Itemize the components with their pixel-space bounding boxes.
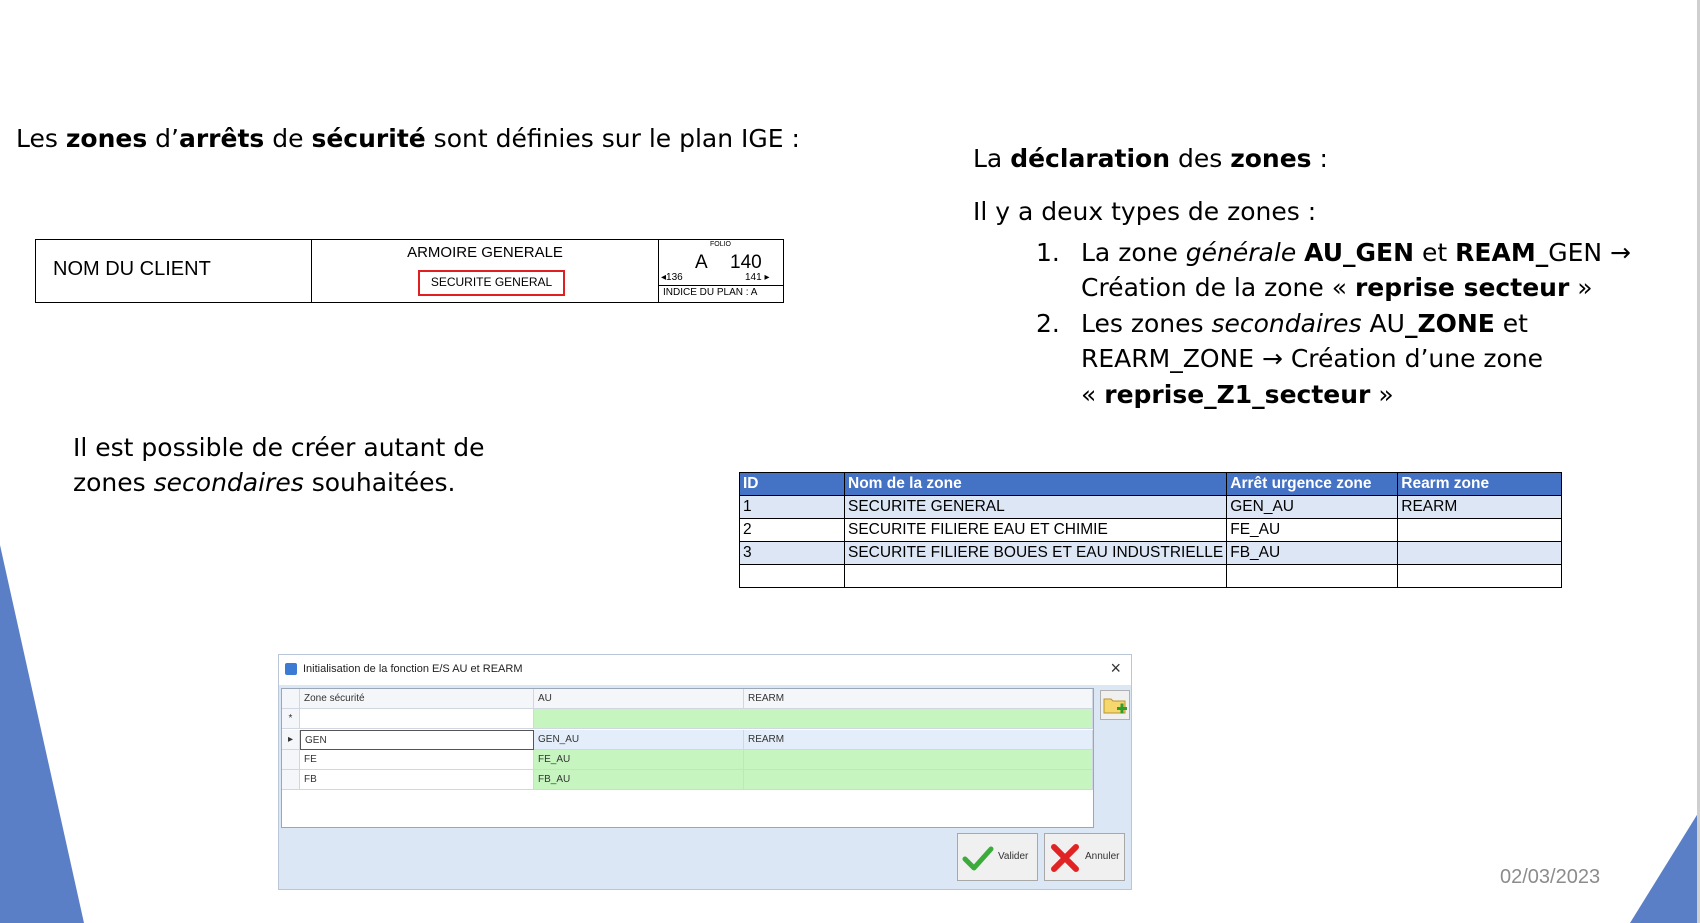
grid-row[interactable]: FB FB_AU <box>282 770 1093 790</box>
app-icon <box>285 663 297 675</box>
right-heading: La déclaration des zones : <box>973 144 1328 173</box>
table-cell <box>1397 564 1562 588</box>
row-au-cell[interactable]: GEN_AU <box>534 730 744 750</box>
row-au-cell[interactable]: FB_AU <box>534 770 744 790</box>
table-cell <box>1397 541 1562 565</box>
table-cell <box>1397 518 1562 542</box>
checkmark-icon <box>962 846 994 871</box>
folio-letter: A <box>695 252 708 273</box>
list-item-2-line-1: Les zones secondaires AU_ZONE et <box>1081 309 1528 338</box>
new-row-au-cell[interactable] <box>534 709 1093 729</box>
table-cell <box>843 564 1228 588</box>
slide-date: 02/03/2023 <box>1500 866 1601 888</box>
row-rearm-cell[interactable] <box>744 770 1093 790</box>
table-cell <box>739 564 845 588</box>
armoire-cell: ARMOIRE GENERALE SECURITE GENERAL <box>312 240 659 302</box>
grid-col-rearm[interactable]: REARM <box>744 689 1093 709</box>
row-zone-cell[interactable]: FB <box>300 770 534 790</box>
prev-folio-arrow: ◂136 <box>661 272 683 283</box>
client-cell: NOM DU CLIENT <box>36 240 312 302</box>
red-x-icon <box>1051 844 1079 872</box>
zone-table: ID Nom de la zone Arrêt urgence zone Rea… <box>739 472 1562 588</box>
grid-new-row[interactable]: * <box>282 709 1093 729</box>
client-name: NOM DU CLIENT <box>53 258 211 280</box>
col-rearm-zone: Rearm zone <box>1397 472 1562 496</box>
col-arret-urgence: Arrêt urgence zone <box>1226 472 1399 496</box>
table-row: 2 SECURITE FILIERE EAU ET CHIMIE FE_AU <box>739 518 1562 542</box>
list-item-1-number: 1. <box>1036 238 1060 267</box>
securite-general-highlight: SECURITE GENERAL <box>418 270 565 296</box>
row-au-cell[interactable]: FE_AU <box>534 750 744 770</box>
plan-title-block: NOM DU CLIENT ARMOIRE GENERALE SECURITE … <box>35 239 784 303</box>
cancel-button[interactable]: Annuler <box>1044 833 1125 881</box>
table-cell: REARM <box>1397 495 1562 519</box>
table-cell: FE_AU <box>1226 518 1399 542</box>
row-marker <box>282 750 300 770</box>
left-blue-triangle <box>0 545 84 923</box>
table-cell: SECURITE FILIERE EAU ET CHIMIE <box>843 518 1228 542</box>
validate-button[interactable]: Valider <box>957 833 1038 881</box>
col-nom-zone: Nom de la zone <box>843 472 1228 496</box>
dialog-titlebar: Initialisation de la fonction E/S AU et … <box>279 655 1131 685</box>
table-cell: 2 <box>739 518 845 542</box>
right-blue-triangle <box>1630 810 1700 923</box>
table-cell: SECURITE GENERAL <box>843 495 1228 519</box>
grid-row-header-cell <box>282 689 300 709</box>
table-row: 3 SECURITE FILIERE BOUES ET EAU INDUSTRI… <box>739 541 1562 565</box>
row-rearm-cell[interactable]: REARM <box>744 730 1093 750</box>
list-item-1-line-2: Création de la zone « reprise secteur » <box>1081 273 1593 302</box>
table-cell: SECURITE FILIERE BOUES ET EAU INDUSTRIEL… <box>843 541 1228 565</box>
add-folder-button[interactable] <box>1100 690 1130 720</box>
grid-col-zone-securite[interactable]: Zone sécurité <box>300 689 534 709</box>
folio-divider <box>659 285 783 286</box>
table-row <box>739 564 1562 588</box>
next-folio: 141 <box>745 272 762 283</box>
grid-col-au[interactable]: AU <box>534 689 744 709</box>
list-item-1-line-1: La zone générale AU_GEN et REAM_GEN → <box>1081 238 1631 267</box>
init-dialog: Initialisation de la fonction E/S AU et … <box>278 654 1132 890</box>
table-cell: FB_AU <box>1226 541 1399 565</box>
validate-label: Valider <box>998 851 1029 862</box>
table-cell: GEN_AU <box>1226 495 1399 519</box>
table-cell <box>1226 564 1399 588</box>
dialog-title: Initialisation de la fonction E/S AU et … <box>303 663 523 675</box>
table-cell: 3 <box>739 541 845 565</box>
prev-folio: 136 <box>666 272 683 283</box>
folio-label: FOLIO <box>710 241 732 248</box>
note-line-1: Il est possible de créer autant de <box>73 433 485 462</box>
list-item-2-line-3: « reprise_Z1_secteur » <box>1081 380 1394 409</box>
note-line-2: zones secondaires souhaitées. <box>73 468 456 497</box>
left-heading: Les zones d’arrêts de sécurité sont défi… <box>16 124 800 153</box>
col-id: ID <box>739 472 845 496</box>
row-marker <box>282 770 300 790</box>
slide: Les zones d’arrêts de sécurité sont défi… <box>0 0 1700 923</box>
row-marker: ▸ <box>282 730 300 750</box>
row-rearm-cell[interactable] <box>744 750 1093 770</box>
zone-table-header: ID Nom de la zone Arrêt urgence zone Rea… <box>739 472 1562 496</box>
folio-cell: FOLIO A 140 ◂136 141 ▸ INDICE DU PLAN : … <box>659 240 783 302</box>
types-intro: Il y a deux types de zones : <box>973 197 1317 226</box>
folio-number: 140 <box>730 252 762 273</box>
grid-header: Zone sécurité AU REARM <box>282 689 1093 709</box>
list-item-2-line-2: REARM_ZONE → Création d’une zone <box>1081 344 1544 373</box>
list-item-2-number: 2. <box>1036 309 1060 338</box>
folder-add-icon <box>1103 698 1127 714</box>
cancel-label: Annuler <box>1085 851 1120 862</box>
grid-row[interactable]: ▸ GEN GEN_AU REARM <box>282 730 1093 750</box>
close-icon[interactable]: × <box>1110 658 1121 679</box>
indice-du-plan: INDICE DU PLAN : A <box>663 287 758 298</box>
securite-general-label: SECURITE GENERAL <box>430 275 553 289</box>
table-cell: 1 <box>739 495 845 519</box>
row-zone-cell[interactable]: FE <box>300 750 534 770</box>
table-row: 1 SECURITE GENERAL GEN_AU REARM <box>739 495 1562 519</box>
row-zone-cell[interactable]: GEN <box>300 730 534 750</box>
grid-row[interactable]: FE FE_AU <box>282 750 1093 770</box>
zone-grid[interactable]: Zone sécurité AU REARM * ▸ GEN GEN_AU RE… <box>281 688 1094 828</box>
next-folio-arrow: 141 ▸ <box>745 272 770 283</box>
armoire-label: ARMOIRE GENERALE <box>407 244 563 261</box>
new-row-marker: * <box>282 709 300 729</box>
new-row-zone-input[interactable] <box>300 709 534 729</box>
